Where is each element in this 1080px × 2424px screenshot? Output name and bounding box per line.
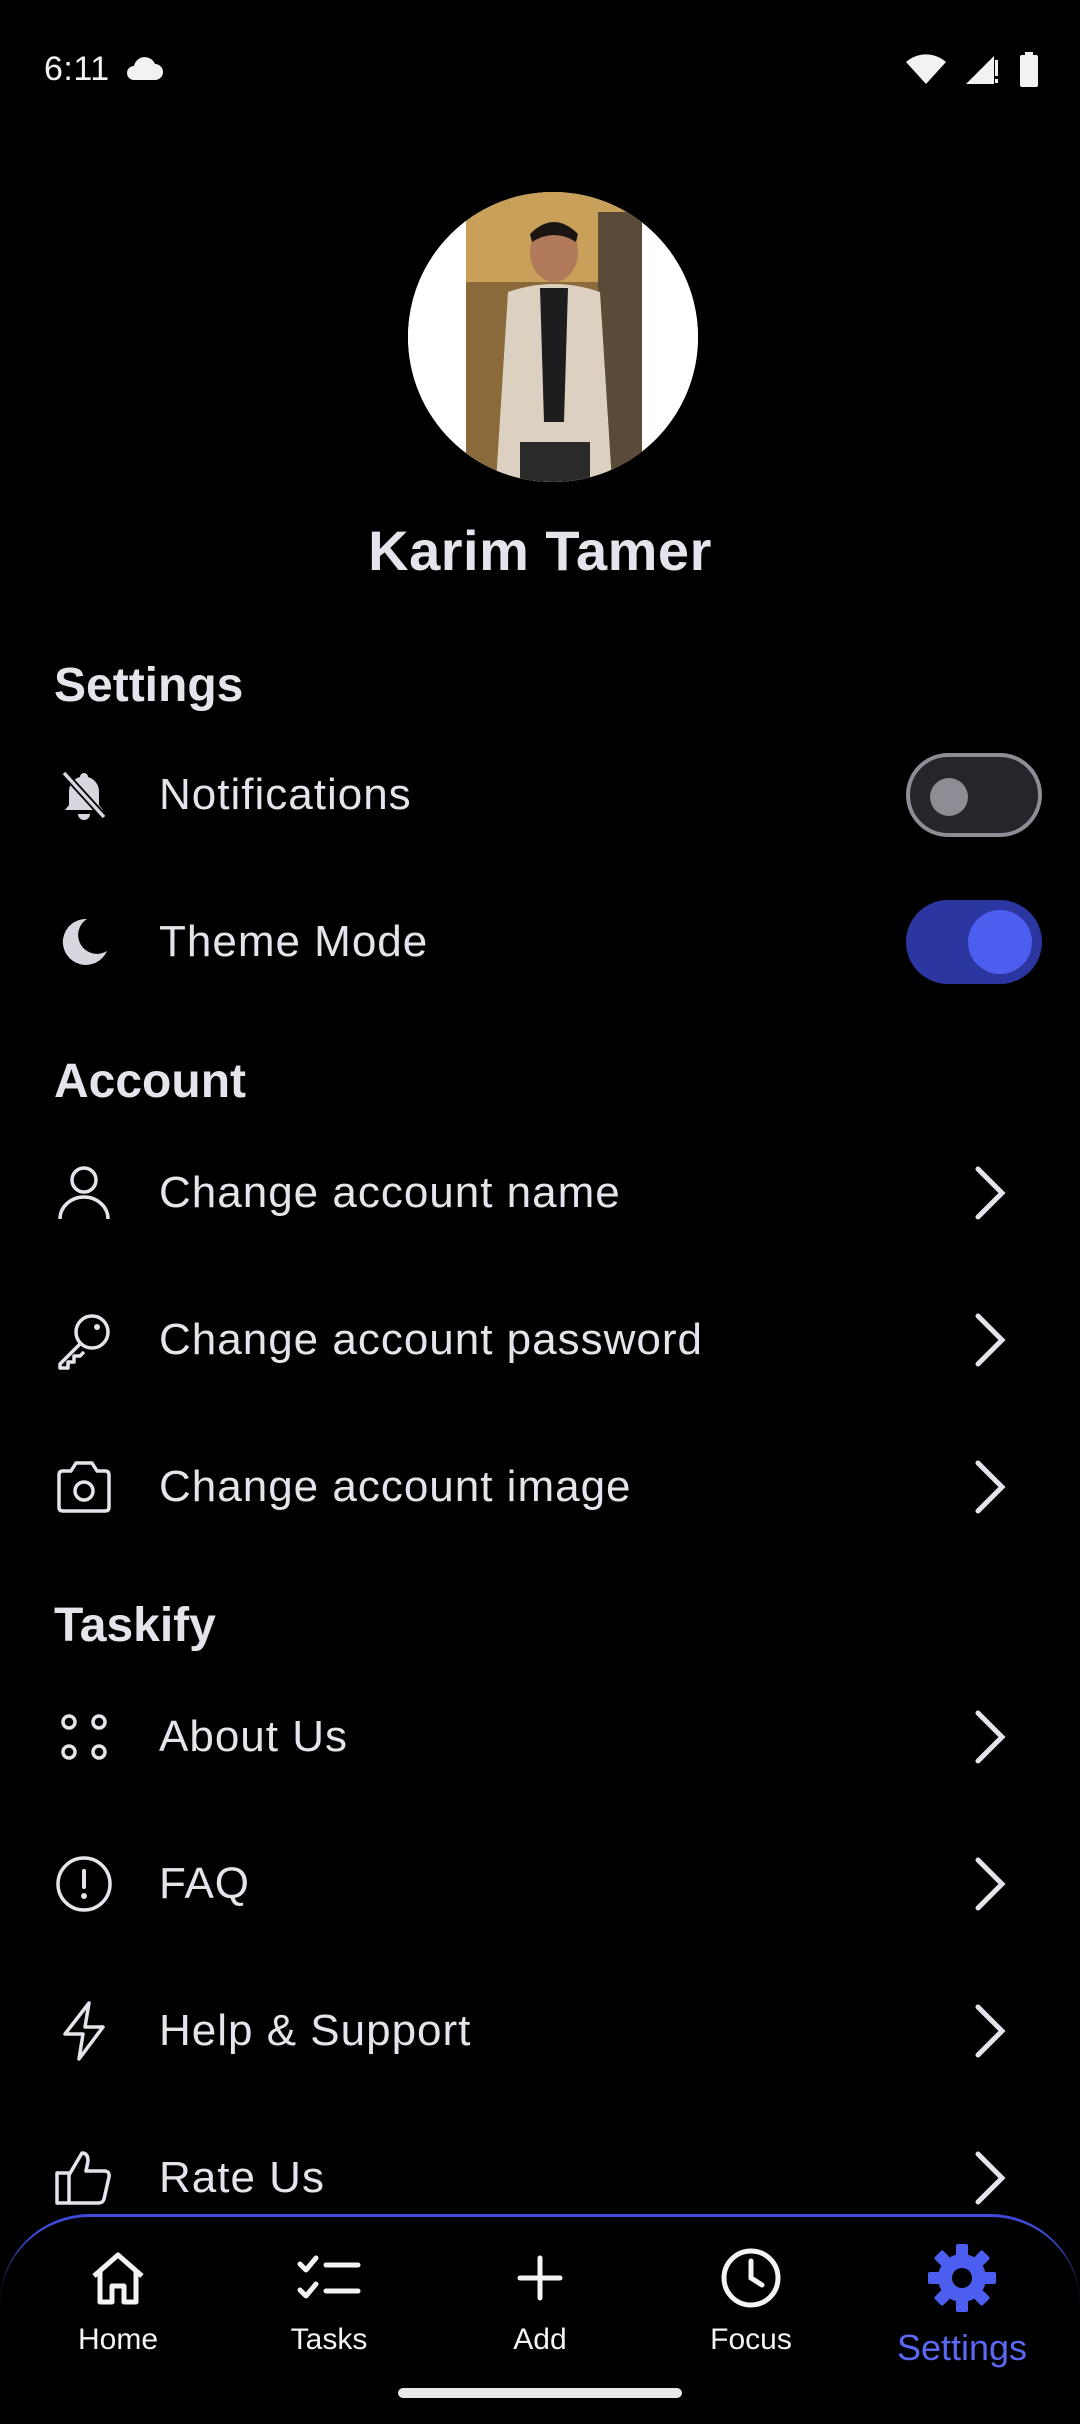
nav-item-add[interactable]: Add [450,2239,630,2379]
chevron-right-icon [975,1166,1006,1220]
nav-label-settings: Settings [896,2327,1028,2368]
avatar[interactable] [408,192,698,482]
chevron-right-icon [975,1313,1006,1367]
home-icon [28,2239,208,2317]
change-account-image-label: Change account image [159,1462,632,1511]
chevron-right-icon [975,2151,1006,2205]
taskify-row-help-support[interactable]: Help & Support [0,1958,1080,2104]
cloud-icon [127,57,163,80]
rate-us-label: Rate Us [159,2153,325,2202]
nav-item-home[interactable]: Home [28,2239,208,2379]
section-title-taskify: Taskify [54,1599,216,1652]
bell-off-icon [50,761,118,829]
notifications-toggle[interactable] [906,753,1042,837]
account-row-change-image[interactable]: Change account image [0,1414,1080,1560]
account-row-change-name[interactable]: Change account name [0,1120,1080,1266]
signal-icon [966,56,998,84]
toggle-knob [930,778,968,816]
setting-row-theme-mode: Theme Mode [0,869,1080,1015]
theme-mode-label: Theme Mode [159,917,429,966]
theme-mode-toggle[interactable] [906,900,1042,984]
profile-photo [408,192,698,482]
change-account-name-label: Change account name [159,1168,621,1217]
gear-icon [872,2239,1052,2317]
info-circle-icon [50,1850,118,1918]
plus-icon [450,2239,630,2317]
section-title-account: Account [54,1055,246,1108]
chevron-right-icon [975,1857,1006,1911]
battery-icon [1020,52,1038,87]
thumbs-up-icon [50,2144,118,2212]
taskify-row-faq[interactable]: FAQ [0,1811,1080,1957]
clock-icon [661,2239,841,2317]
home-indicator[interactable] [398,2388,682,2398]
setting-row-notifications: Notifications [0,722,1080,868]
about-us-label: About Us [159,1712,348,1761]
nav-label-home: Home [77,2323,159,2356]
nav-label-add: Add [513,2323,567,2356]
chevron-right-icon [975,1460,1006,1514]
nav-label-tasks: Tasks [290,2323,368,2356]
profile-name: Karim Tamer [368,519,712,582]
taskify-row-about-us[interactable]: About Us [0,1664,1080,1810]
moon-icon [50,908,118,976]
section-title-settings: Settings [54,659,244,712]
status-time: 6:11 [44,50,110,88]
checklist-icon [239,2239,419,2317]
wifi-icon [906,54,946,84]
key-icon [50,1306,118,1374]
account-row-change-password[interactable]: Change account password [0,1267,1080,1413]
chevron-right-icon [975,1710,1006,1764]
nav-item-settings[interactable]: Settings [872,2239,1052,2379]
toggle-knob [968,910,1032,974]
user-icon [50,1159,118,1227]
chevron-right-icon [975,2004,1006,2058]
status-bar: 6:11 [0,0,1080,140]
nav-item-focus[interactable]: Focus [661,2239,841,2379]
nav-item-tasks[interactable]: Tasks [239,2239,419,2379]
faq-label: FAQ [159,1859,251,1908]
notifications-label: Notifications [159,770,412,819]
nav-label-focus: Focus [710,2323,792,2356]
camera-icon [50,1453,118,1521]
status-icons [906,52,1040,88]
change-account-password-label: Change account password [159,1315,703,1364]
help-support-label: Help & Support [159,2006,472,2055]
lightning-icon [50,1997,118,2065]
dots-grid-icon [50,1703,118,1771]
